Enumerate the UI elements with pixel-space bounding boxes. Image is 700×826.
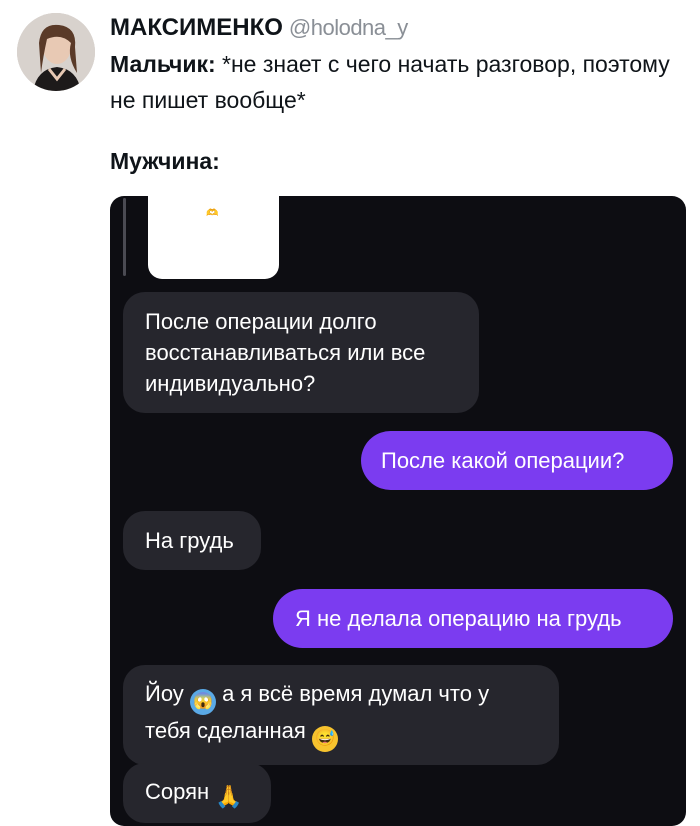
message-incoming[interactable]: Йоу 😱 а я всё время думал что у тебя сде…: [123, 665, 559, 765]
tweet-label-man: Мужчина:: [110, 148, 220, 174]
photo-attachment[interactable]: 🫶: [148, 196, 279, 279]
author-handle[interactable]: @holodna_y: [289, 15, 408, 40]
message-text: Я не делала операцию на грудь: [295, 606, 622, 631]
message-outgoing[interactable]: После какой операции?: [361, 431, 673, 490]
tweet-text: Мальчик: *не знает с чего начать разгово…: [110, 46, 680, 118]
message-outgoing[interactable]: Я не делала операцию на грудь: [273, 589, 673, 648]
screaming-face-icon: 😱: [189, 689, 216, 715]
message-incoming[interactable]: На грудь: [123, 511, 261, 570]
message-text: После какой операции?: [381, 448, 625, 473]
message-incoming[interactable]: После операции долго восстанавливаться и…: [123, 292, 479, 413]
message-text: Йоу: [145, 681, 184, 706]
heart-hands-icon: 🫶: [206, 208, 219, 219]
avatar[interactable]: [17, 13, 95, 91]
tweet-header: МАКСИМЕНКО @holodna_y: [110, 14, 408, 42]
message-text: На грудь: [145, 528, 234, 553]
message-text: Сорян: [145, 779, 210, 804]
message-incoming[interactable]: Сорян 🙏: [123, 763, 271, 823]
message-text: После операции долго восстанавливаться и…: [145, 309, 426, 396]
scroll-indicator: [123, 198, 126, 276]
author-name[interactable]: МАКСИМЕНКО: [110, 14, 283, 41]
sweat-smile-icon: 😅: [311, 726, 338, 752]
chat-screenshot: 🫶 После операции долго восстанавливаться…: [110, 196, 686, 826]
tweet-label-boy: Мальчик:: [110, 51, 216, 77]
praying-hands-icon: 🙏: [215, 784, 243, 809]
